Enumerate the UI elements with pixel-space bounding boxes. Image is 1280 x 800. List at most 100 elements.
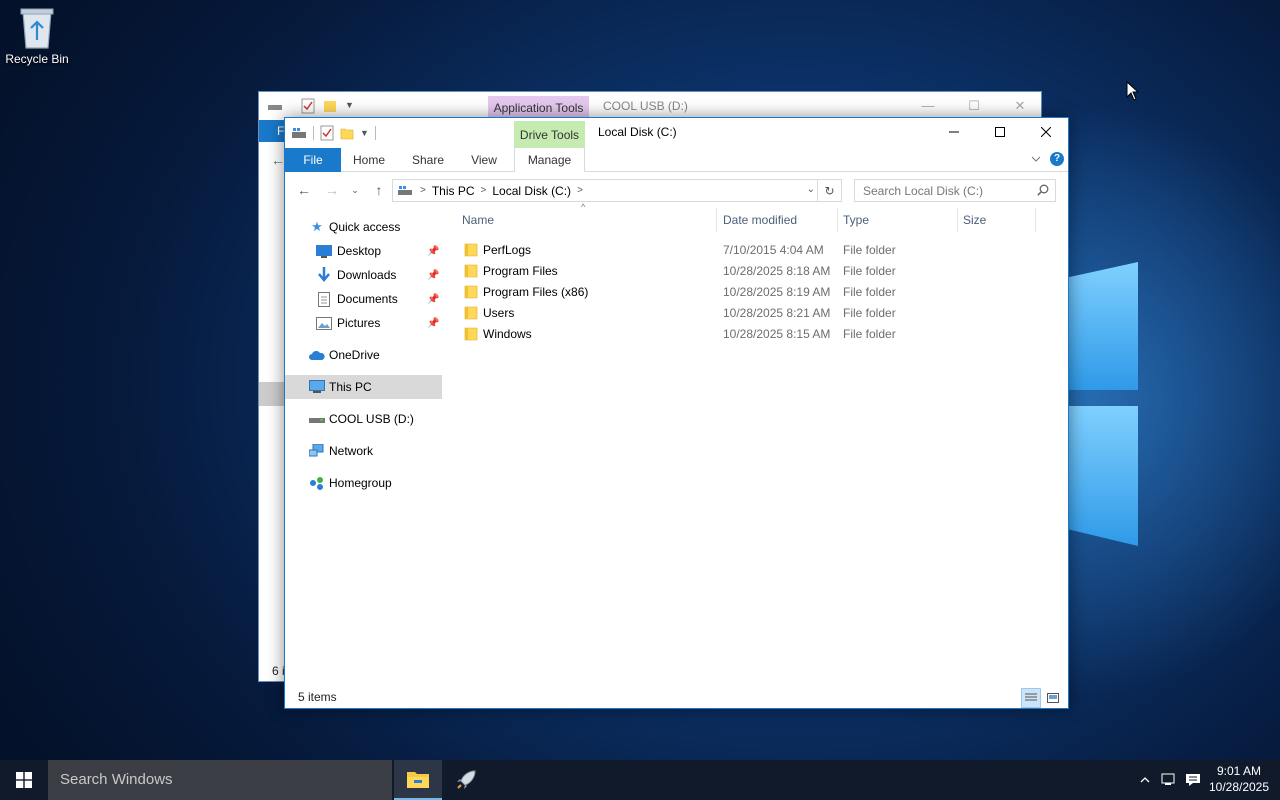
back-button[interactable]: ←: [294, 180, 314, 200]
file-name: PerfLogs: [483, 243, 532, 257]
nav-item-documents[interactable]: Documents 📌: [285, 287, 442, 311]
new-folder-icon[interactable]: [340, 126, 354, 140]
pin-icon: 📌: [427, 269, 440, 281]
details-view-button[interactable]: [1021, 688, 1041, 708]
nav-label: Downloads: [337, 268, 397, 282]
tab-view[interactable]: View: [461, 148, 507, 172]
help-button[interactable]: ?: [1050, 152, 1064, 166]
nav-item-onedrive[interactable]: OneDrive: [285, 343, 442, 367]
action-center-icon: [1186, 774, 1200, 786]
qat-dropdown-icon[interactable]: ▼: [360, 128, 369, 138]
usb-drive-icon: [309, 411, 325, 427]
tab-home[interactable]: Home: [345, 148, 393, 172]
recycle-bin-desktop-icon[interactable]: Recycle Bin: [4, 6, 70, 66]
nav-item-this-pc[interactable]: This PC: [285, 375, 442, 399]
breadcrumb-separator-icon[interactable]: >: [420, 185, 426, 196]
clock-time: 9:01 AM: [1216, 764, 1262, 778]
back-maximize-button[interactable]: ☐: [951, 92, 997, 120]
taskbar-app-rocket[interactable]: [442, 760, 490, 800]
taskbar-file-explorer[interactable]: [394, 760, 442, 800]
large-icons-view-button[interactable]: [1043, 688, 1063, 708]
nav-label: COOL USB (D:): [329, 412, 414, 426]
recent-locations-button[interactable]: ⌄: [345, 180, 365, 200]
file-type: File folder: [843, 306, 896, 320]
close-button[interactable]: [1023, 118, 1069, 146]
navigation-bar: ← → ⌄ ↑ > This PC > Local Disk (C:) > ⌄ …: [285, 172, 1068, 208]
nav-item-homegroup[interactable]: Homegroup: [285, 471, 442, 495]
tab-share[interactable]: Share: [405, 148, 451, 172]
address-dropdown-icon[interactable]: ⌄: [807, 184, 815, 195]
back-minimize-button[interactable]: —: [905, 92, 951, 120]
back-nav-arrow-icon[interactable]: ←: [271, 152, 285, 168]
taskbar: Search Windows 9:01 AM 10/28/2025: [0, 760, 1280, 800]
new-folder-icon: [324, 101, 336, 112]
explorer-window-local-disk[interactable]: ▼ Drive Tools Local Disk (C:) File Home …: [284, 117, 1069, 709]
file-name: Program Files (x86): [483, 285, 589, 299]
nav-label: Homegroup: [329, 476, 392, 490]
nav-item-cool-usb[interactable]: COOL USB (D:): [285, 407, 442, 431]
file-name: Program Files: [483, 264, 558, 278]
table-row[interactable]: Users 10/28/2025 8:21 AM File folder: [457, 303, 1069, 324]
breadcrumb-local-disk[interactable]: Local Disk (C:): [492, 184, 571, 198]
tab-manage[interactable]: Manage: [514, 148, 585, 172]
back-window-titlebar[interactable]: ▼ Application Tools COOL USB (D:) — ☐ ✕: [259, 92, 1041, 120]
nav-item-quick-access[interactable]: ★ Quick access: [285, 215, 442, 239]
nav-item-desktop[interactable]: Desktop 📌: [285, 239, 442, 263]
back-window-title: COOL USB (D:): [603, 99, 688, 113]
taskbar-search-input[interactable]: Search Windows: [48, 760, 392, 800]
windows-start-icon: [16, 772, 32, 788]
start-button[interactable]: [0, 760, 48, 800]
document-icon: [316, 291, 332, 307]
minimize-button[interactable]: [931, 118, 977, 146]
refresh-button[interactable]: ↻: [817, 180, 841, 201]
nav-item-downloads[interactable]: Downloads 📌: [285, 263, 442, 287]
nav-item-network[interactable]: Network: [285, 439, 442, 463]
forward-button[interactable]: →: [322, 180, 342, 200]
table-row[interactable]: PerfLogs 7/10/2015 4:04 AM File folder: [457, 240, 1069, 261]
network-tray-button[interactable]: [1158, 760, 1180, 800]
tab-file[interactable]: File: [285, 148, 341, 172]
drive-icon: [292, 128, 306, 138]
nav-label: OneDrive: [329, 348, 380, 362]
breadcrumb-this-pc[interactable]: This PC: [432, 184, 475, 198]
pictures-icon: [316, 315, 332, 331]
back-close-button[interactable]: ✕: [997, 92, 1043, 120]
cloud-icon: [309, 347, 325, 363]
folder-icon: [464, 285, 478, 299]
table-row[interactable]: Program Files 10/28/2025 8:18 AM File fo…: [457, 261, 1069, 282]
breadcrumb-separator-icon[interactable]: >: [577, 185, 583, 196]
column-header-date[interactable]: Date modified: [718, 208, 838, 232]
nav-label: Quick access: [329, 220, 401, 234]
file-date: 10/28/2025 8:19 AM: [723, 285, 831, 299]
show-hidden-icons-button[interactable]: [1136, 760, 1154, 800]
window-title: Local Disk (C:): [598, 125, 677, 139]
pin-icon: 📌: [427, 293, 440, 305]
file-date: 10/28/2025 8:15 AM: [723, 327, 831, 341]
action-center-button[interactable]: [1182, 760, 1204, 800]
file-list: ^ Name Date modified Type Size PerfLogs …: [457, 202, 1069, 678]
breadcrumb-separator-icon[interactable]: >: [481, 185, 487, 196]
up-button[interactable]: ↑: [369, 180, 389, 200]
qat-dropdown-icon[interactable]: ▼: [345, 100, 354, 110]
properties-icon[interactable]: [320, 125, 334, 141]
expand-ribbon-button[interactable]: [1029, 152, 1043, 166]
close-icon: [1041, 127, 1051, 137]
chevron-up-icon: [1140, 777, 1150, 783]
column-header-type[interactable]: Type: [838, 208, 958, 232]
pin-icon: 📌: [427, 245, 440, 257]
column-header-size[interactable]: Size: [958, 208, 1036, 232]
nav-item-pictures[interactable]: Pictures 📌: [285, 311, 442, 335]
search-input[interactable]: Search Local Disk (C:): [854, 179, 1056, 202]
back-file-tab[interactable]: F: [259, 120, 285, 142]
ribbon-tabs: File Home Share View Manage ?: [285, 148, 1068, 172]
address-bar[interactable]: > This PC > Local Disk (C:) > ⌄ ↻: [392, 179, 842, 202]
maximize-button[interactable]: [977, 118, 1023, 146]
table-row[interactable]: Windows 10/28/2025 8:15 AM File folder: [457, 324, 1069, 345]
titlebar[interactable]: ▼ Drive Tools Local Disk (C:): [285, 118, 1068, 148]
properties-icon: [301, 98, 315, 114]
file-explorer-icon: [407, 772, 429, 788]
table-row[interactable]: Program Files (x86) 10/28/2025 8:19 AM F…: [457, 282, 1069, 303]
column-header-name[interactable]: Name: [457, 208, 717, 232]
drive-tools-tab[interactable]: Drive Tools: [514, 121, 585, 148]
taskbar-clock[interactable]: 9:01 AM 10/28/2025: [1206, 763, 1272, 795]
